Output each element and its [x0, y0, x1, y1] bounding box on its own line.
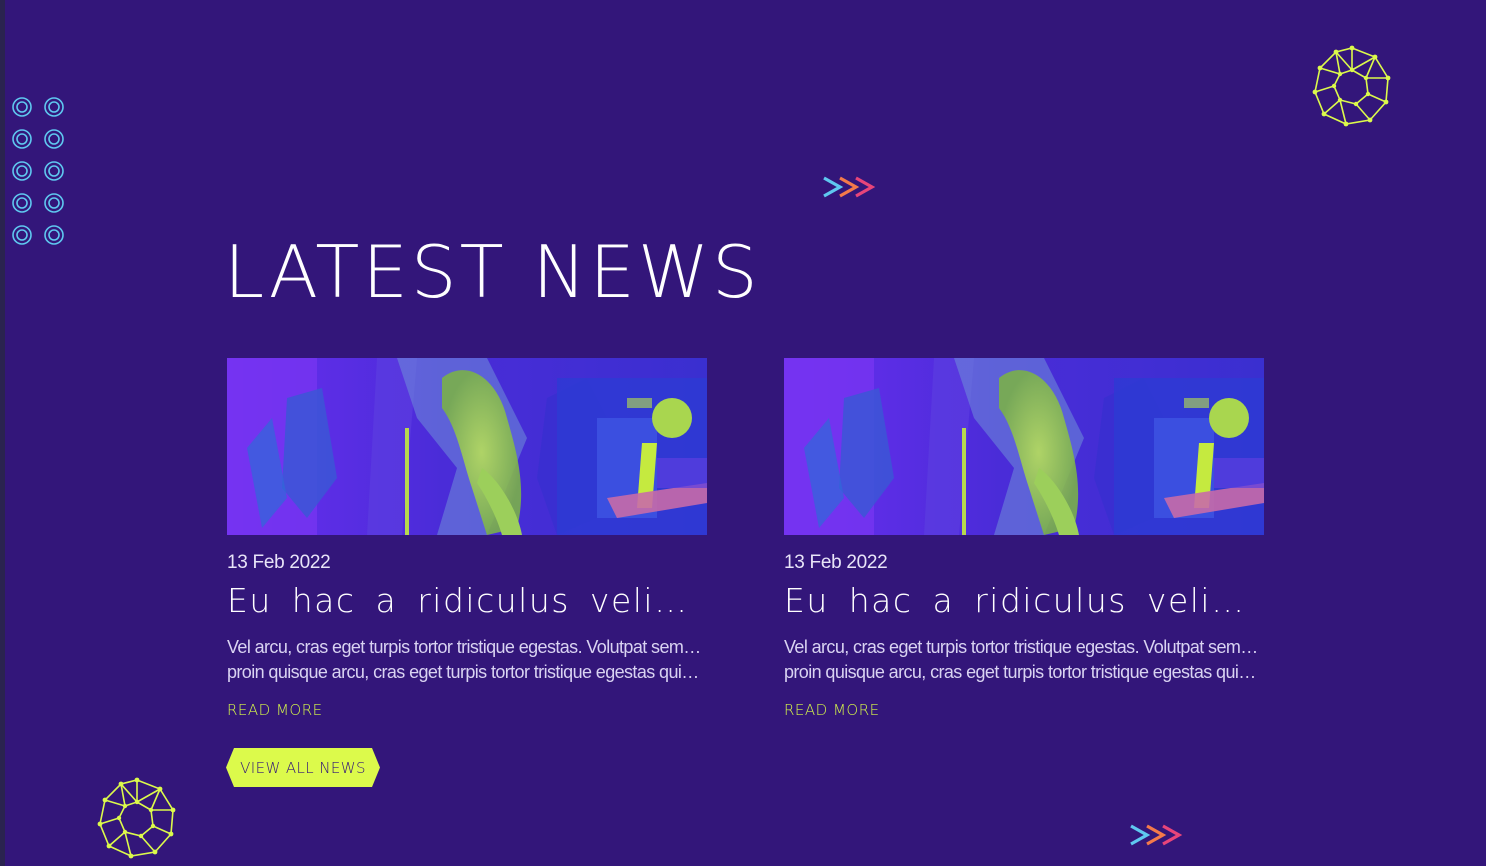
news-excerpt: Vel arcu, cras eget turpis tortor tristi…: [227, 635, 702, 685]
left-edge-strip: [0, 0, 5, 866]
triple-chevron-icon: [823, 176, 876, 198]
concentric-ring-icon: [12, 97, 32, 117]
news-date: 13 Feb 2022: [227, 552, 331, 573]
news-excerpt-line: proin quisque arcu, cras eget turpis tor…: [784, 662, 1259, 682]
news-card: 13 Feb 2022 Eu hac a ridiculus velit, ma…: [784, 358, 1264, 719]
concentric-ring-icon: [44, 161, 64, 181]
news-excerpt-line: proin quisque arcu, cras eget turpis tor…: [227, 662, 702, 682]
news-image[interactable]: [784, 358, 1264, 535]
concentric-ring-icon: [12, 129, 32, 149]
read-more-link[interactable]: READ MORE: [227, 701, 323, 719]
decor-dots-grid: [10, 95, 70, 247]
concentric-ring-icon: [44, 193, 64, 213]
news-date: 13 Feb 2022: [784, 552, 888, 573]
news-image[interactable]: [227, 358, 707, 535]
read-more-link[interactable]: READ MORE: [784, 701, 880, 719]
concentric-ring-icon: [12, 193, 32, 213]
news-excerpt: Vel arcu, cras eget turpis tortor tristi…: [784, 635, 1259, 685]
triple-chevron-icon: [1130, 824, 1183, 846]
news-headline[interactable]: Eu hac a ridiculus velit, ma...: [784, 579, 1254, 623]
network-polygon-icon: [97, 777, 176, 859]
news-excerpt-line: Vel arcu, cras eget turpis tortor tristi…: [227, 637, 702, 657]
section-title: LATEST NEWS: [224, 230, 761, 314]
concentric-ring-icon: [44, 225, 64, 245]
concentric-ring-icon: [12, 161, 32, 181]
news-excerpt-line: Vel arcu, cras eget turpis tortor tristi…: [784, 637, 1259, 657]
network-polygon-icon: [1312, 45, 1391, 127]
news-card: 13 Feb 2022 Eu hac a ridiculus velit, ma…: [227, 358, 707, 719]
concentric-ring-icon: [12, 225, 32, 245]
concentric-ring-icon: [44, 97, 64, 117]
concentric-ring-icon: [44, 129, 64, 149]
news-headline[interactable]: Eu hac a ridiculus velit, ma...: [227, 579, 697, 623]
view-all-news-button[interactable]: VIEW ALL NEWS: [226, 748, 380, 787]
